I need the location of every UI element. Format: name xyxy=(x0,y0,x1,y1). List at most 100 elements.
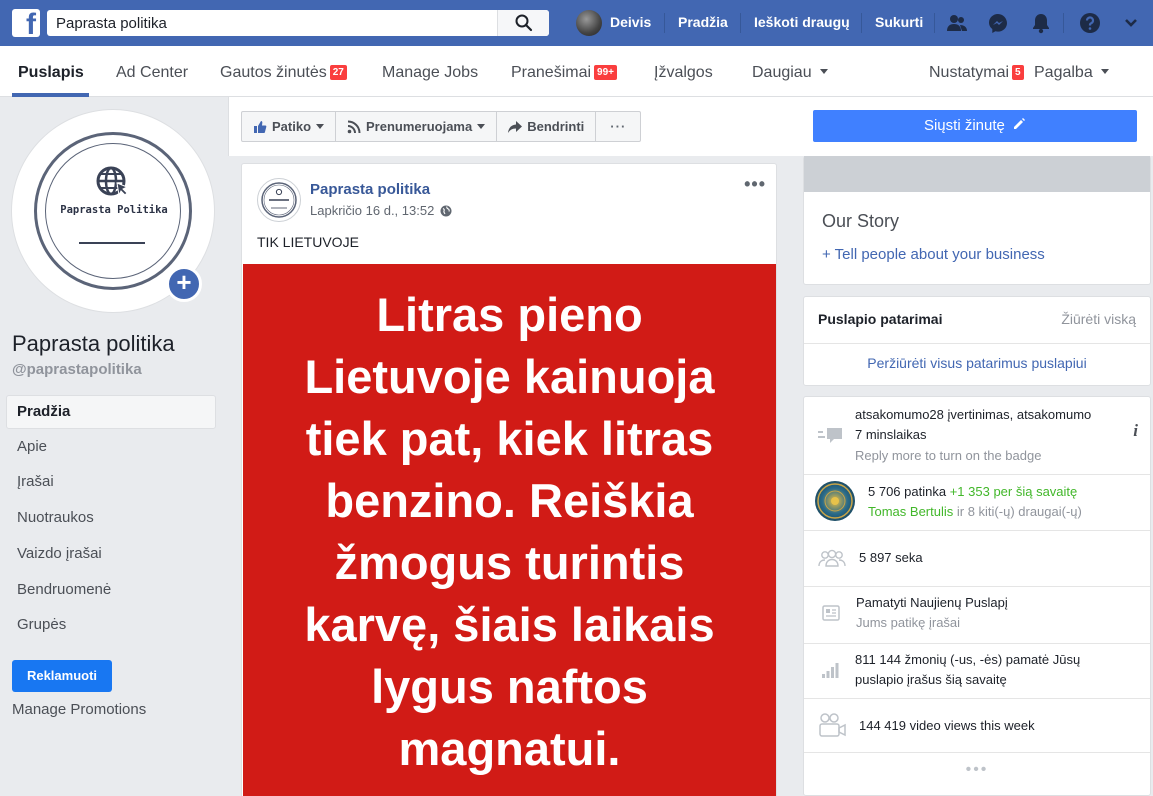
divider xyxy=(804,343,1150,344)
create-link[interactable]: Sukurti xyxy=(875,14,923,30)
more-options-button[interactable]: ··· xyxy=(596,112,640,141)
help-icon[interactable] xyxy=(1079,12,1101,34)
more-stats-icon[interactable]: ••• xyxy=(804,761,1150,779)
zodiac-wheel-avatar xyxy=(815,481,855,521)
friend-name-link[interactable]: Tomas Bertulis xyxy=(868,504,953,519)
find-friends-link[interactable]: Ieškoti draugų xyxy=(754,14,850,30)
tab-settings-label: Nustatymai xyxy=(929,64,1010,81)
sidebar-item-groups[interactable]: Grupės xyxy=(6,608,216,642)
like-label: Patiko xyxy=(272,119,312,134)
thumbs-up-icon xyxy=(254,120,267,133)
our-story-card: Our Story + Tell people about your busin… xyxy=(803,156,1151,285)
image-caption-line: tiek pat, kiek litras xyxy=(305,412,714,465)
divider xyxy=(861,13,862,33)
page-tips-card: Puslapio patarimai Žiūrėti viską Peržiūr… xyxy=(803,296,1151,386)
sidebar-item-videos[interactable]: Vaizdo įrašai xyxy=(6,537,216,571)
add-photo-button[interactable]: + xyxy=(166,266,202,302)
manage-promotions-link[interactable]: Manage Promotions xyxy=(12,701,146,718)
response-rate-row[interactable]: atsakomumo28 įvertinimas, atsakomumo 7 m… xyxy=(804,397,1150,475)
post-author-avatar[interactable] xyxy=(257,178,301,222)
tab-insights[interactable]: Įžvalgos xyxy=(654,64,713,82)
review-tips-link[interactable]: Peržiūrėti visus patarimus puslapiui xyxy=(804,355,1150,371)
followers-count: 5 897 seka xyxy=(859,550,923,565)
promote-button[interactable]: Reklamuoti xyxy=(12,660,112,692)
page-likes-row[interactable]: 5 706 patinka +1 353 per šią savaitę Tom… xyxy=(804,475,1150,531)
tips-title: Puslapio patarimai xyxy=(818,311,943,327)
post-author-name[interactable]: Paprasta politika xyxy=(310,181,430,198)
user-avatar[interactable] xyxy=(576,10,602,36)
search-button[interactable] xyxy=(497,10,549,36)
zodiac-wheel-icon xyxy=(817,483,853,519)
image-caption: Litras pieno Lietuvoje kainuoja tiek pat… xyxy=(243,284,776,780)
tab-ad-center[interactable]: Ad Center xyxy=(116,64,188,82)
tab-notifications[interactable]: Pranešimai 99+ xyxy=(511,64,617,82)
divider xyxy=(664,13,665,33)
response-rate-text: atsakomumo28 įvertinimas, atsakomumo 7 m… xyxy=(855,405,1091,466)
notifications-bell-icon[interactable] xyxy=(1030,12,1052,34)
left-sidebar: Paprasta Politika + Paprasta politika @p… xyxy=(0,97,228,796)
share-button[interactable]: Bendrinti xyxy=(497,112,597,141)
tab-page[interactable]: Puslapis xyxy=(18,64,84,82)
image-caption-line: Lietuvoje kainuoja xyxy=(304,350,715,403)
people-icon xyxy=(818,549,846,567)
tab-more[interactable]: Daugiau xyxy=(752,64,828,82)
reach-line: 811 144 žmonių (-us, -ės) pamatė Jūsų xyxy=(855,652,1081,667)
reach-line-2: puslapio įrašus šią savaitę xyxy=(855,672,1007,687)
news-feed-link[interactable]: Pamatyti Naujienų Puslapį xyxy=(856,593,1008,613)
share-arrow-icon xyxy=(508,120,523,133)
follow-button[interactable]: Prenumeruojama xyxy=(336,112,498,141)
logo-inner-circle: Paprasta Politika xyxy=(45,143,181,279)
logo-text: Paprasta Politika xyxy=(60,204,168,216)
see-all-tips-link[interactable]: Žiūrėti viską xyxy=(1061,311,1136,327)
reach-row[interactable]: 811 144 žmonių (-us, -ės) pamatė Jūsų pu… xyxy=(804,644,1150,699)
followers-row[interactable]: 5 897 seka xyxy=(804,531,1150,587)
sidebar-item-home[interactable]: Pradžia xyxy=(6,395,216,429)
sidebar-item-about[interactable]: Apie xyxy=(6,430,216,464)
news-feed-row[interactable]: Pamatyti Naujienų Puslapį Jums patikę įr… xyxy=(804,587,1150,644)
user-name-link[interactable]: Deivis xyxy=(610,14,651,30)
tab-inbox-label: Gautos žinutės xyxy=(220,64,327,81)
facebook-logo-icon[interactable]: f xyxy=(12,9,40,37)
page-tabs-bar: Puslapis Ad Center Gautos žinutės 27 Mana… xyxy=(0,46,1153,97)
post-text: TIK LIETUVOJE xyxy=(257,234,359,250)
friend-requests-icon[interactable] xyxy=(946,12,968,34)
search-icon xyxy=(515,14,533,32)
sidebar-item-posts[interactable]: Įrašai xyxy=(6,465,216,499)
chat-bubbles-icon xyxy=(818,428,842,443)
caret-down-icon xyxy=(1100,69,1109,74)
notifications-count-badge: 99+ xyxy=(594,65,617,80)
messenger-icon[interactable] xyxy=(987,12,1009,34)
post-options-icon[interactable]: ••• xyxy=(744,174,766,195)
home-link[interactable]: Pradžia xyxy=(678,14,728,30)
tab-settings[interactable]: Nustatymai 5 xyxy=(929,64,1024,82)
info-icon[interactable]: i xyxy=(1133,421,1138,441)
likes-week-delta: +1 353 per šią savaitę xyxy=(949,484,1078,499)
page-username[interactable]: @paprastapolitika xyxy=(12,361,142,378)
page-logo-icon xyxy=(261,182,297,218)
like-page-button[interactable]: Patiko xyxy=(242,112,337,141)
page-title: Paprasta politika xyxy=(12,331,175,356)
public-globe-icon[interactable] xyxy=(440,205,452,217)
image-caption-line: lygus naftos xyxy=(371,660,648,713)
chevron-down-icon[interactable] xyxy=(1124,16,1138,30)
send-message-button[interactable]: Siųsti žinutę xyxy=(813,110,1137,142)
page-action-bar: Patiko Prenumeruojama Bendrinti ··· xyxy=(241,111,642,142)
caret-down-icon xyxy=(316,124,325,129)
video-views-row[interactable]: 144 419 video views this week xyxy=(804,699,1150,753)
search-input[interactable] xyxy=(47,10,497,36)
sidebar-item-photos[interactable]: Nuotraukos xyxy=(6,501,216,535)
reach-text: 811 144 žmonių (-us, -ės) pamatė Jūsų pu… xyxy=(855,650,1080,690)
tab-help[interactable]: Pagalba xyxy=(1034,64,1109,82)
tab-manage-jobs[interactable]: Manage Jobs xyxy=(382,64,478,82)
tab-inbox[interactable]: Gautos žinutės 27 xyxy=(220,64,347,82)
sidebar-item-community[interactable]: Bendruomenė xyxy=(6,573,216,607)
add-story-link[interactable]: + Tell people about your business xyxy=(822,246,1045,263)
bar-chart-icon xyxy=(822,663,839,678)
news-feed-subtext: Jums patikę įrašai xyxy=(856,615,961,630)
response-rate-line: atsakomumo28 įvertinimas, atsakomumo xyxy=(855,407,1092,422)
image-caption-line: žmogus turintis xyxy=(334,536,685,589)
video-views-text: 144 419 video views this week xyxy=(859,718,1035,733)
post-image[interactable]: Litras pieno Lietuvoje kainuoja tiek pat… xyxy=(243,264,776,796)
logo-outer-circle: Paprasta Politika xyxy=(34,132,192,290)
post-timestamp[interactable]: Lapkričio 16 d., 13:52 xyxy=(310,203,434,218)
